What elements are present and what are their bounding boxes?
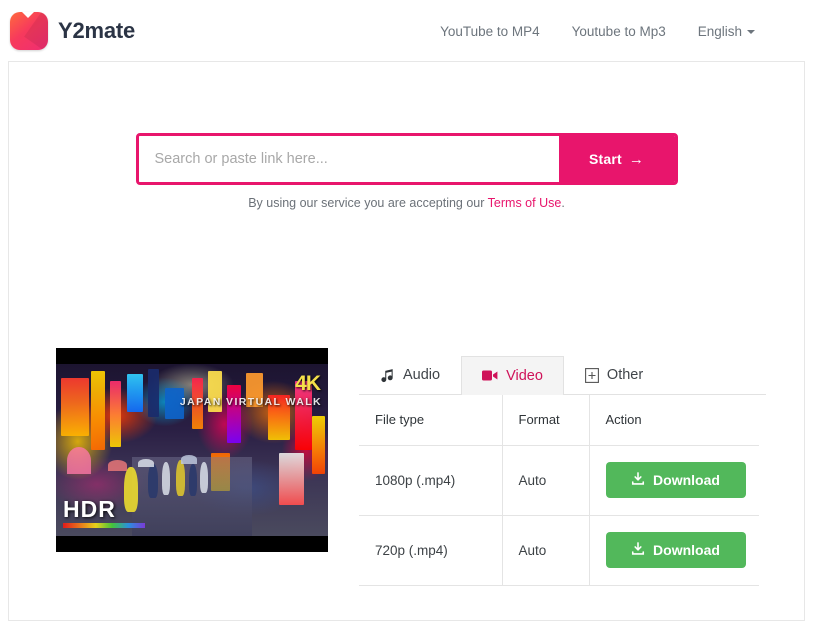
table-row: 1080p (.mp4) Auto Download <box>359 445 759 516</box>
terms-prefix: By using our service you are accepting o… <box>248 196 488 210</box>
column-header-file-type: File type <box>359 395 503 446</box>
cell-action: Download <box>588 515 759 586</box>
badge-hdr-label: HDR <box>63 496 116 522</box>
terms-of-use-link[interactable]: Terms of Use <box>488 196 562 210</box>
main-nav: YouTube to MP4 Youtube to Mp3 English <box>424 18 805 45</box>
music-note-icon <box>380 368 395 383</box>
download-button[interactable]: Download <box>605 462 746 498</box>
format-tabs: Audio Video Other <box>359 349 766 395</box>
terms-suffix: . <box>561 196 565 210</box>
download-button-label: Download <box>653 472 720 488</box>
format-table: File type Format Action 1080p (.mp4) Aut… <box>359 395 759 586</box>
badge-video-title: JAPAN VIRTUAL WALK <box>179 396 322 408</box>
badge-4k: 4K <box>295 372 321 395</box>
content-panel: Start → By using our service you are acc… <box>8 61 805 621</box>
cell-action: Download <box>588 445 759 516</box>
cell-format: Auto <box>501 445 590 516</box>
tab-other[interactable]: Other <box>564 355 664 395</box>
nav-item-youtube-to-mp3[interactable]: Youtube to Mp3 <box>556 18 682 45</box>
column-header-format: Format <box>501 395 590 446</box>
video-camera-icon <box>482 369 498 382</box>
chevron-down-icon <box>747 29 755 34</box>
format-panel: Audio Video Other File type Format Actio… <box>359 348 766 586</box>
download-button[interactable]: Download <box>605 532 746 568</box>
video-thumbnail: 4K JAPAN VIRTUAL WALK HDR <box>56 348 328 552</box>
tab-video[interactable]: Video <box>461 355 564 395</box>
table-header-row: File type Format Action <box>359 395 759 446</box>
site-header: Y2mate YouTube to MP4 Youtube to Mp3 Eng… <box>0 0 813 62</box>
download-button-label: Download <box>653 542 720 558</box>
hdr-rainbow-bar <box>63 523 145 528</box>
terms-notice: By using our service you are accepting o… <box>9 196 804 210</box>
cell-format: Auto <box>501 515 590 586</box>
arrow-right-icon: → <box>628 150 645 168</box>
start-button-label: Start <box>588 151 622 167</box>
plus-box-icon <box>584 368 599 383</box>
cell-file-type: 720p (.mp4) <box>359 515 503 586</box>
tab-audio[interactable]: Audio <box>359 355 461 395</box>
search-input[interactable] <box>138 136 559 182</box>
cell-file-type: 1080p (.mp4) <box>359 445 503 516</box>
column-header-action: Action <box>588 395 759 446</box>
tab-audio-label: Audio <box>403 367 441 384</box>
search-bar: Start → <box>135 133 678 185</box>
nav-item-youtube-to-mp4[interactable]: YouTube to MP4 <box>424 18 556 45</box>
download-icon <box>631 541 645 559</box>
download-arrow-icon <box>10 12 48 50</box>
brand-name: Y2mate <box>58 18 136 43</box>
start-button[interactable]: Start → <box>558 136 675 182</box>
result-section: 4K JAPAN VIRTUAL WALK HDR Audio Video Ot… <box>56 348 766 586</box>
tab-video-label: Video <box>506 367 543 384</box>
table-row: 720p (.mp4) Auto Download <box>359 515 759 586</box>
brand-logo-link[interactable]: Y2mate <box>10 12 135 50</box>
language-label: English <box>697 23 742 39</box>
nav-item-language-selector[interactable]: English <box>682 18 771 45</box>
tab-other-label: Other <box>606 367 644 384</box>
badge-hdr: HDR <box>63 498 145 528</box>
download-icon <box>631 471 645 489</box>
